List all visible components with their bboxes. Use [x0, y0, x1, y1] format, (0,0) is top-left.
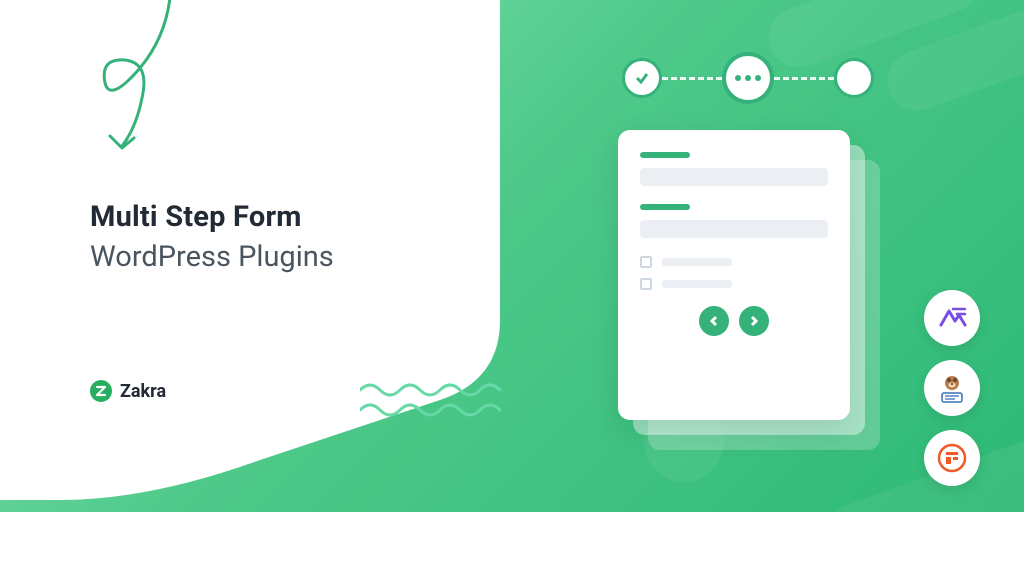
plugin-icon-everest-forms: [924, 290, 980, 346]
checkbox-row: [640, 256, 828, 268]
hero-banner: Multi Step Form WordPress Plugins Zakra: [0, 0, 1024, 512]
next-button[interactable]: [739, 306, 769, 336]
curly-arrow-icon: [50, 0, 200, 168]
brand: Zakra: [90, 380, 166, 402]
headline-subtitle: WordPress Plugins: [90, 240, 334, 274]
field-label: [640, 204, 690, 210]
form-card: [618, 130, 850, 420]
chevron-left-icon: [708, 315, 720, 327]
brand-logo-icon: [90, 380, 112, 402]
headline: Multi Step Form WordPress Plugins: [90, 200, 334, 274]
ellipsis-icon: [735, 75, 761, 81]
checkbox-icon: [640, 278, 652, 290]
step-node-pending: [834, 58, 874, 98]
plugin-icon-formidable: [924, 430, 980, 486]
deco-shape: [810, 430, 1024, 584]
field-label: [640, 152, 690, 158]
prev-button[interactable]: [699, 306, 729, 336]
plugin-icons: [924, 290, 980, 486]
text-field: [640, 220, 828, 238]
text-field: [640, 168, 828, 186]
chevron-right-icon: [748, 315, 760, 327]
step-node-active: [722, 52, 774, 104]
checkbox-label: [662, 258, 732, 266]
step-node-done: [622, 58, 662, 98]
progress-stepper: [622, 52, 874, 104]
brand-name: Zakra: [120, 381, 166, 402]
step-connector: [774, 77, 834, 80]
headline-title: Multi Step Form: [90, 200, 334, 234]
checkbox-icon: [640, 256, 652, 268]
form-nav: [640, 306, 828, 336]
checkbox-row: [640, 278, 828, 290]
step-connector: [662, 77, 722, 80]
plugin-icon-wpforms: [924, 360, 980, 416]
checkbox-label: [662, 280, 732, 288]
wave-divider-icon: [360, 380, 520, 424]
